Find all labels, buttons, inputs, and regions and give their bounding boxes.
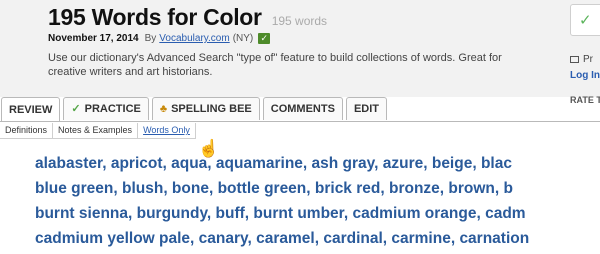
tab-review-label: REVIEW (9, 104, 53, 116)
sub-tabs: Definitions Notes & Examples Words Only (0, 123, 196, 139)
rate-label: RATE T (570, 95, 600, 105)
word-count: 195 words (271, 14, 328, 28)
bee-icon: ♣ (159, 103, 168, 115)
page-header: 195 Words for Color 195 words November 1… (0, 0, 600, 97)
meta-row: November 17, 2014 By Vocabulary.com (NY)… (48, 33, 271, 44)
verified-check-icon: ✓ (258, 33, 271, 44)
subtab-words-only[interactable]: Words Only (138, 123, 196, 139)
main-tabs: REVIEW ✓ PRACTICE ♣ SPELLING BEE COMMENT… (1, 97, 390, 122)
print-label: Pr (583, 54, 593, 65)
word-line[interactable]: blue green, blush, bone, bottle green, b… (35, 176, 600, 201)
publish-date: November 17, 2014 (48, 33, 139, 44)
tab-spelling-bee-label: SPELLING BEE (171, 103, 252, 115)
by-label: By (144, 33, 157, 44)
word-line[interactable]: cadmium yellow pale, canary, caramel, ca… (35, 226, 600, 251)
check-icon: ✓ (71, 103, 81, 115)
subtab-notes-examples[interactable]: Notes & Examples (53, 123, 139, 139)
page-title: 195 Words for Color (48, 4, 262, 30)
subtab-definitions[interactable]: Definitions (0, 123, 54, 139)
word-line[interactable]: burnt sienna, burgundy, buff, burnt umbe… (35, 201, 600, 226)
learn-button[interactable]: ✓ (570, 4, 600, 36)
tab-comments[interactable]: COMMENTS (262, 97, 343, 120)
tab-practice[interactable]: ✓ PRACTICE (63, 97, 149, 120)
tab-edit-label: EDIT (353, 103, 379, 115)
tab-comments-label: COMMENTS (270, 103, 335, 115)
word-line[interactable]: alabaster, apricot, aqua, aquamarine, as… (35, 151, 600, 176)
login-link[interactable]: Log In (570, 70, 600, 81)
list-description: Use our dictionary's Advanced Search "ty… (48, 52, 502, 78)
tab-divider (0, 121, 600, 122)
tab-edit[interactable]: EDIT (345, 97, 387, 120)
tab-practice-label: PRACTICE (84, 103, 141, 115)
title-row: 195 Words for Color 195 words (48, 4, 327, 31)
word-list: alabaster, apricot, aqua, aquamarine, as… (35, 151, 600, 251)
author-link[interactable]: Vocabulary.com (159, 33, 229, 44)
tab-spelling-bee[interactable]: ♣ SPELLING BEE (151, 97, 260, 120)
tab-review[interactable]: REVIEW (1, 97, 61, 122)
printer-icon (570, 56, 579, 63)
print-link[interactable]: Pr (570, 54, 593, 65)
author-location: (NY) (232, 33, 254, 44)
